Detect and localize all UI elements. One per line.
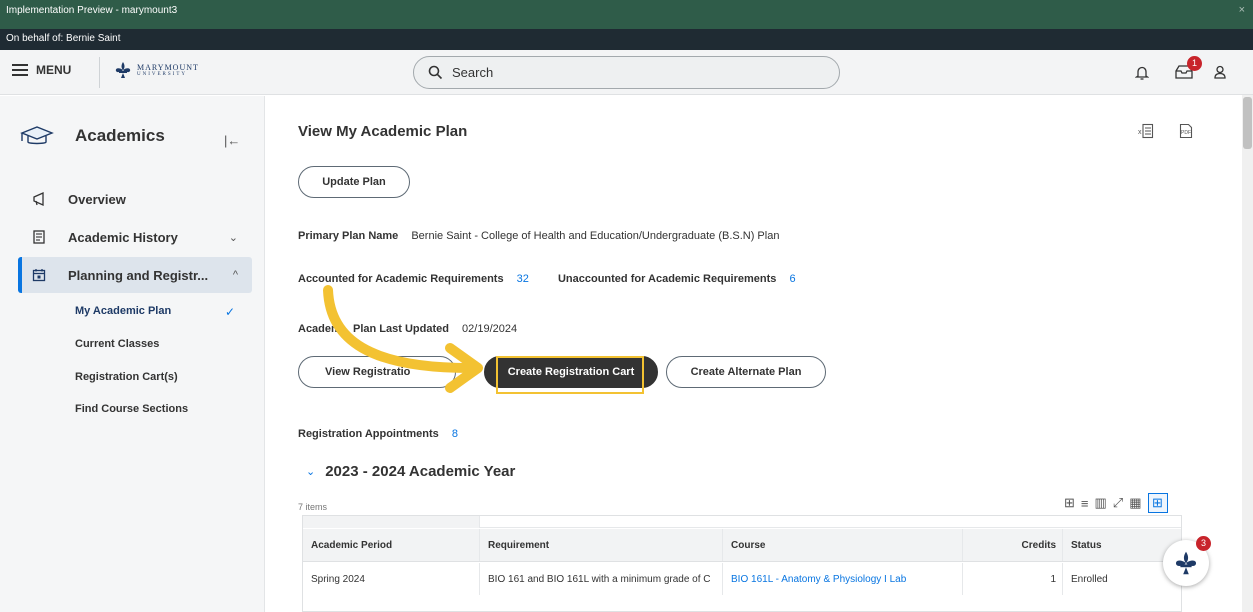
hamburger-icon (12, 64, 28, 76)
search-icon (428, 65, 443, 80)
sidebar-item-label: Planning and Registr... (68, 267, 209, 283)
grid-view-icon[interactable]: ⊞ (1147, 493, 1168, 513)
course-link[interactable]: BIO 161L - Anatomy & Physiology I Lab (723, 563, 963, 595)
collapse-sidebar-icon[interactable]: |← (224, 133, 240, 148)
inbox-count-badge: 1 (1187, 56, 1202, 71)
logo-line2: UNIVERSITY (137, 71, 187, 77)
sidebar-item-label: Academic History (68, 229, 178, 245)
academic-year-heading: 2023 - 2024 Academic Year (325, 463, 516, 480)
sidebar-title: Academics (75, 126, 165, 145)
megaphone-icon (33, 192, 44, 206)
academic-plan-table: Academic Period Requirement Course Credi… (302, 515, 1182, 612)
column-header[interactable]: Academic Period (303, 529, 480, 561)
primary-plan-label: Primary Plan Name (298, 230, 399, 242)
export-to-excel-icon[interactable]: ⊞ (1064, 495, 1075, 511)
top-navigation-bar: MENU MARYMOUNT UNIVERSITY Search 1 (0, 50, 1253, 95)
unaccounted-label: Unaccounted for Academic Requirements (557, 273, 777, 285)
search-placeholder: Search (452, 65, 494, 80)
proxy-banner: On behalf of: Bernie Saint (0, 29, 1253, 50)
create-alternate-plan-button[interactable]: Create Alternate Plan (666, 356, 826, 388)
sidebar-item-academic-history[interactable]: Academic History ⌄ (18, 219, 252, 255)
fullscreen-icon[interactable]: ⤢ (1113, 495, 1123, 511)
credits-cell: 1 (963, 563, 1063, 595)
column-header[interactable]: Requirement (480, 529, 723, 561)
page-title: View My Academic Plan (298, 123, 468, 140)
notifications-bell-icon[interactable] (1135, 65, 1149, 80)
status-cell: Enrolled (1071, 573, 1108, 585)
logo-line1: MARYMOUNT (137, 62, 199, 72)
preview-banner-text: Implementation Preview - marymount3 (6, 5, 178, 16)
export-to-excel-icon[interactable]: x (1138, 123, 1154, 139)
user-profile-icon[interactable] (1213, 65, 1227, 79)
scrollbar-thumb[interactable] (1243, 97, 1252, 149)
registration-appointments-field: Registration Appointments 8 (298, 428, 458, 440)
academics-sidebar: Academics |← Overview Academic History ⌄… (0, 96, 265, 612)
requirement-cell: BIO 161 and BIO 161L with a minimum grad… (480, 563, 723, 595)
menu-label: MENU (36, 63, 72, 77)
tutorial-arrow-icon (323, 285, 483, 393)
sidebar-subitem-current-classes[interactable]: Current Classes (75, 338, 159, 350)
accounted-count-link[interactable]: 32 (517, 273, 529, 285)
fleur-de-lis-icon (115, 62, 131, 78)
svg-text:PDF: PDF (1181, 130, 1191, 136)
tutorial-highlight-box (496, 356, 644, 394)
table-view-icon[interactable]: ▦ (1129, 495, 1141, 511)
chart-view-icon[interactable]: ▥ (1095, 495, 1107, 511)
update-plan-button[interactable]: Update Plan (298, 166, 410, 198)
primary-plan-value: Bernie Saint - College of Health and Edu… (411, 230, 780, 242)
period-cell: Spring 2024 (303, 563, 480, 595)
unaccounted-count-link[interactable]: 6 (789, 273, 795, 285)
checkmark-icon: ✓ (225, 305, 236, 319)
primary-plan-field: Primary Plan Name Bernie Saint - College… (298, 230, 779, 242)
preview-banner: Implementation Preview - marymount3 × (0, 0, 1253, 29)
sidebar-subitem-my-academic-plan[interactable]: My Academic Plan (75, 305, 171, 317)
filter-icon[interactable]: ≡ (1081, 496, 1089, 511)
column-header[interactable]: Credits (963, 529, 1063, 561)
university-logo[interactable]: MARYMOUNT UNIVERSITY (113, 61, 199, 79)
column-header[interactable]: Course (723, 529, 963, 561)
chevron-down-icon: ⌄ (228, 231, 238, 244)
appointments-label: Registration Appointments (298, 428, 439, 440)
export-to-pdf-icon[interactable]: PDF (1178, 123, 1194, 139)
calendar-icon (32, 269, 46, 282)
table-header: Academic Period Requirement Course Credi… (303, 529, 1181, 562)
academic-year-section[interactable]: ⌄ 2023 - 2024 Academic Year (306, 463, 515, 480)
proxy-banner-text: On behalf of: Bernie Saint (6, 33, 121, 44)
svg-text:x: x (1138, 129, 1142, 136)
assistant-badge: 3 (1196, 536, 1211, 551)
divider (99, 57, 100, 88)
sidebar-item-label: Overview (68, 191, 126, 207)
appointments-count-link[interactable]: 8 (452, 428, 458, 440)
sidebar-item-planning-registration[interactable]: Planning and Registr... ^ (18, 257, 252, 293)
sidebar-subitem-registration-carts[interactable]: Registration Cart(s) (75, 371, 178, 383)
column-header[interactable]: Status (1063, 529, 1173, 561)
chevron-up-icon: ^ (232, 269, 238, 281)
search-input[interactable]: Search (413, 56, 840, 89)
page-scrollbar[interactable] (1242, 95, 1253, 612)
graduation-cap-icon (20, 126, 54, 145)
chevron-down-icon[interactable]: ⌄ (306, 465, 315, 478)
fleur-de-lis-icon (1175, 551, 1197, 575)
table-row: Spring 2024 BIO 161 and BIO 161L with a … (303, 563, 1181, 595)
document-icon (33, 230, 45, 244)
close-icon[interactable]: × (1239, 4, 1245, 16)
menu-button[interactable]: MENU (12, 63, 71, 77)
table-toolbar: ⊞ ≡ ▥ ⤢ ▦ ⊞ (1064, 493, 1168, 513)
sidebar-subitem-find-course-sections[interactable]: Find Course Sections (75, 403, 188, 415)
items-count: 7 items (298, 502, 328, 512)
sidebar-item-overview[interactable]: Overview (18, 181, 252, 217)
